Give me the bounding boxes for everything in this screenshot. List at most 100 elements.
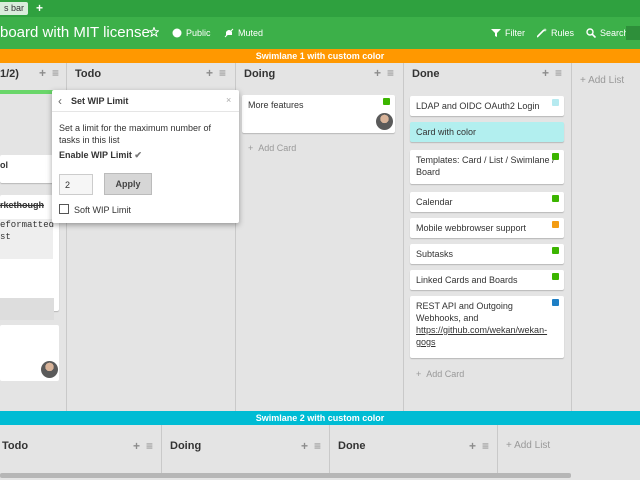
card-label (383, 98, 390, 105)
list-menu-icon[interactable]: ≡ (314, 440, 321, 452)
code-line: st (0, 232, 11, 242)
rules-label: Rules (551, 28, 575, 38)
back-chevron-icon[interactable]: ‹ (58, 94, 62, 108)
close-icon[interactable]: × (226, 95, 231, 105)
filter-icon (491, 29, 501, 37)
list-menu-icon[interactable]: ≡ (555, 67, 562, 79)
list-title[interactable]: Done (412, 68, 440, 80)
horizontal-scrollbar[interactable] (0, 473, 571, 478)
list-item[interactable]: Calendar (410, 192, 564, 212)
list-todo-2: Todo + ≡ (0, 425, 162, 473)
card-label (552, 273, 559, 280)
list-menu-icon[interactable]: ≡ (482, 440, 489, 452)
list-menu-icon[interactable]: ≡ (146, 440, 153, 452)
magic-icon (537, 28, 547, 38)
list-done: Done + ≡ LDAP and OIDC OAuth2 Login Card… (404, 63, 572, 411)
list-item[interactable]: Mobile webbrowser support (410, 218, 564, 238)
globe-icon (172, 28, 182, 38)
add-list-link[interactable]: + Add List (580, 75, 624, 86)
filter-button[interactable]: Filter (491, 27, 525, 39)
avatar[interactable] (41, 361, 58, 378)
list-header: Doing + ≡ (236, 63, 403, 85)
notification-button[interactable]: Muted (224, 27, 263, 39)
add-card-plus-icon[interactable]: + (39, 67, 46, 79)
list-item[interactable]: rkethough eformatted st (0, 195, 59, 311)
code-line: eformatted (0, 220, 55, 230)
popup-title: Set WIP Limit (71, 96, 129, 106)
board-title[interactable]: board with MIT license (0, 24, 150, 42)
wip-limit-popup: ‹ Set WIP Limit × Set a limit for the ma… (52, 90, 239, 223)
list-header: Todo + ≡ (67, 63, 235, 85)
card-title: Templates: Card / List / Swimlane / Boar… (416, 155, 555, 177)
card-title: Linked Cards and Boards (416, 275, 518, 285)
add-card-link[interactable]: + Add Card (248, 143, 296, 153)
list-title[interactable]: Done (338, 440, 366, 452)
list-title[interactable]: Todo (75, 68, 101, 80)
search-button[interactable]: Search (586, 27, 629, 39)
apply-button[interactable]: Apply (104, 173, 152, 195)
check-icon: ✔ (134, 150, 142, 160)
muted-bell-icon (224, 28, 234, 38)
visibility-label: Public (186, 28, 211, 38)
tab-chip[interactable]: s bar (0, 2, 29, 15)
add-list-label: Add List (588, 75, 625, 86)
board-header: board with MIT license Public Muted Filt… (0, 17, 640, 49)
swimlane-2-header[interactable]: Swimlane 2 with custom color (0, 411, 640, 425)
card-label (552, 247, 559, 254)
card-title: Card with color (416, 127, 477, 137)
card-label (552, 299, 559, 306)
rules-button[interactable]: Rules (537, 27, 574, 39)
list-title[interactable]: Todo (2, 440, 28, 452)
swimlane-1-header[interactable]: Swimlane 1 with custom color (0, 49, 640, 63)
avatar[interactable] (376, 113, 393, 130)
soft-wip-checkbox[interactable] (59, 204, 69, 214)
add-card-plus-icon[interactable]: + (133, 440, 140, 452)
add-card-plus-icon[interactable]: + (374, 67, 381, 79)
card-label (552, 195, 559, 202)
list-item[interactable]: Subtasks (410, 244, 564, 264)
list-item[interactable]: ol (0, 155, 59, 183)
card-placeholder (0, 298, 54, 320)
list-item[interactable]: Templates: Card / List / Swimlane / Boar… (410, 150, 564, 184)
search-label: Search (600, 28, 629, 38)
add-card-label: Add Card (258, 143, 297, 153)
card-title: rkethough (0, 200, 44, 210)
card-link[interactable]: https://github.com/wekan/wekan-gogs (416, 325, 547, 347)
add-tab-button[interactable]: + (36, 1, 43, 15)
star-icon (149, 27, 159, 37)
code-block: eformatted st (0, 219, 55, 259)
add-card-plus-icon[interactable]: + (206, 67, 213, 79)
add-card-plus-icon[interactable]: + (542, 67, 549, 79)
enable-wip-toggle[interactable]: Enable WIP Limit ✔ (59, 150, 142, 161)
card-title: Subtasks (416, 249, 454, 259)
header-extra-button[interactable] (626, 26, 640, 40)
list-item[interactable]: Card with color (410, 122, 564, 142)
list-menu-icon[interactable]: ≡ (219, 67, 226, 79)
list-item[interactable]: REST API and Outgoing Webhooks, and http… (410, 296, 564, 358)
soft-wip-label: Soft WIP Limit (74, 205, 131, 215)
star-button[interactable] (149, 27, 159, 37)
add-list-link[interactable]: + Add List (506, 440, 550, 451)
add-card-link[interactable]: + Add Card (416, 369, 464, 379)
list-done-2: Done + ≡ (330, 425, 498, 473)
list-menu-icon[interactable]: ≡ (387, 67, 394, 79)
wip-progress-bar (0, 90, 59, 94)
wip-limit-input[interactable] (59, 174, 93, 195)
list-title[interactable]: Doing (244, 68, 275, 80)
card-title: More features (248, 100, 304, 110)
list-menu-icon[interactable]: ≡ (52, 67, 59, 79)
card-label (552, 99, 559, 106)
list-item[interactable]: More features (242, 95, 395, 133)
add-card-plus-icon[interactable]: + (301, 440, 308, 452)
card-title: ol (0, 160, 8, 170)
list-title[interactable]: 1/2) (0, 68, 19, 80)
visibility-button[interactable]: Public (172, 27, 211, 39)
list-item[interactable]: Linked Cards and Boards (410, 270, 564, 290)
list-item[interactable]: LDAP and OIDC OAuth2 Login (410, 96, 564, 116)
add-card-plus-icon[interactable]: + (469, 440, 476, 452)
list-item[interactable] (0, 325, 59, 381)
list-doing-2: Doing + ≡ (162, 425, 330, 473)
filter-label: Filter (505, 28, 525, 38)
list-title[interactable]: Doing (170, 440, 201, 452)
popup-description: Set a limit for the maximum number of ta… (59, 123, 212, 145)
